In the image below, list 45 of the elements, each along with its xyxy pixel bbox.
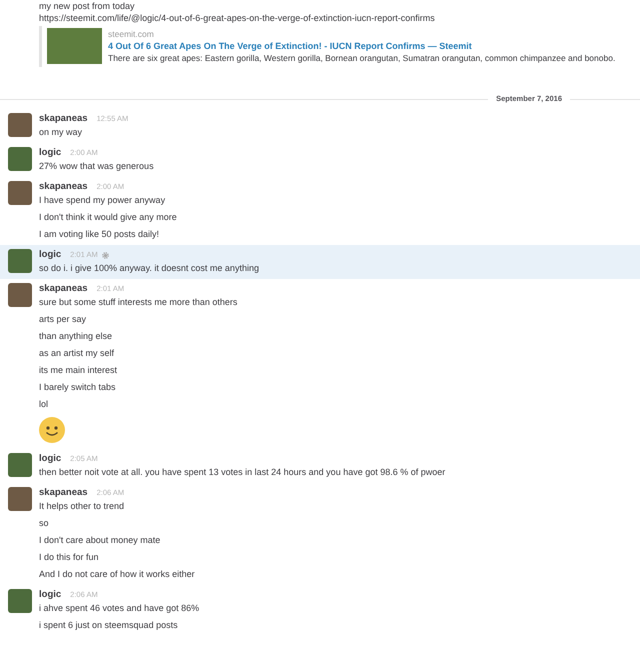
avatar-photo-placeholder[interactable]: [8, 589, 32, 613]
preview-description: There are six great apes: Eastern gorilla, Western gorilla, Bornean orangutan, Sumatran orangutan, common chimpanzee and bonobo.: [108, 52, 616, 64]
avatar-photo-placeholder[interactable]: [8, 147, 32, 171]
message-text: lol: [39, 398, 48, 410]
author-name[interactable]: skapaneas: [39, 180, 88, 194]
message-text: I don't think it would give any more: [39, 211, 177, 223]
message-text: so: [39, 517, 49, 529]
avatar-photo-placeholder[interactable]: [8, 181, 32, 205]
author-name[interactable]: logic: [39, 452, 62, 466]
message-text: i spent 6 just on steemsquad posts: [39, 619, 178, 631]
author-name[interactable]: skapaneas: [39, 486, 88, 500]
message-text: arts per say: [39, 313, 86, 325]
author-name[interactable]: skapaneas: [39, 112, 88, 126]
message-text: then better noit vote at all. you have spent 13 votes in last 24 hours and you have got 98.6 % of pwoer: [39, 466, 446, 478]
message-text: I am voting like 50 posts daily!: [39, 228, 160, 240]
preview-title-link[interactable]: 4 Out Of 6 Great Apes On The Verge of Extinction! - IUCN Report Confirms — Steemit: [108, 40, 616, 52]
author-name[interactable]: logic: [39, 248, 62, 262]
message-text: https://steemit.com/life/@logic/4-out-of-6-great-apes-on-the-verge-of-extinction-iucn-report-confirms: [39, 12, 436, 24]
settings-icon[interactable]: [102, 252, 109, 258]
message-text: than anything else: [39, 330, 112, 342]
message-text: my new post from today: [39, 0, 136, 12]
author-name[interactable]: logic: [39, 588, 62, 602]
message-text: And I do not care of how it works either: [39, 568, 195, 580]
message-text: I don't care about money mate: [39, 534, 160, 546]
message-text: so do i. i give 100% anyway. it doesnt cost me anything: [39, 262, 259, 274]
message-text: I do this for fun: [39, 551, 99, 563]
site-name: steemit.com: [108, 28, 155, 40]
message-text: 27% wow that was generous: [39, 160, 154, 172]
message-text: as an artist my self: [39, 347, 114, 359]
message-text: i ahve spent 46 votes and have got 86%: [39, 602, 200, 614]
message-text: on my way: [39, 126, 82, 138]
smiley-emoji-icon: [39, 417, 65, 443]
photo-placeholder: [47, 28, 102, 64]
message-text: its me main interest: [39, 364, 118, 376]
author-name[interactable]: skapaneas: [39, 282, 88, 296]
message-text: I barely switch tabs: [39, 381, 116, 393]
message-text: I have spend my power anyway: [39, 194, 166, 206]
message-text: It helps other to trend: [39, 500, 124, 512]
avatar-photo-placeholder[interactable]: [8, 487, 32, 511]
message-text: sure but some stuff interests me more than others: [39, 296, 238, 308]
avatar-photo-placeholder[interactable]: [8, 453, 32, 477]
author-name[interactable]: logic: [39, 146, 62, 160]
avatar-photo-placeholder[interactable]: [8, 283, 32, 307]
avatar-photo-placeholder[interactable]: [8, 113, 32, 137]
avatar-photo-placeholder[interactable]: [8, 249, 32, 273]
